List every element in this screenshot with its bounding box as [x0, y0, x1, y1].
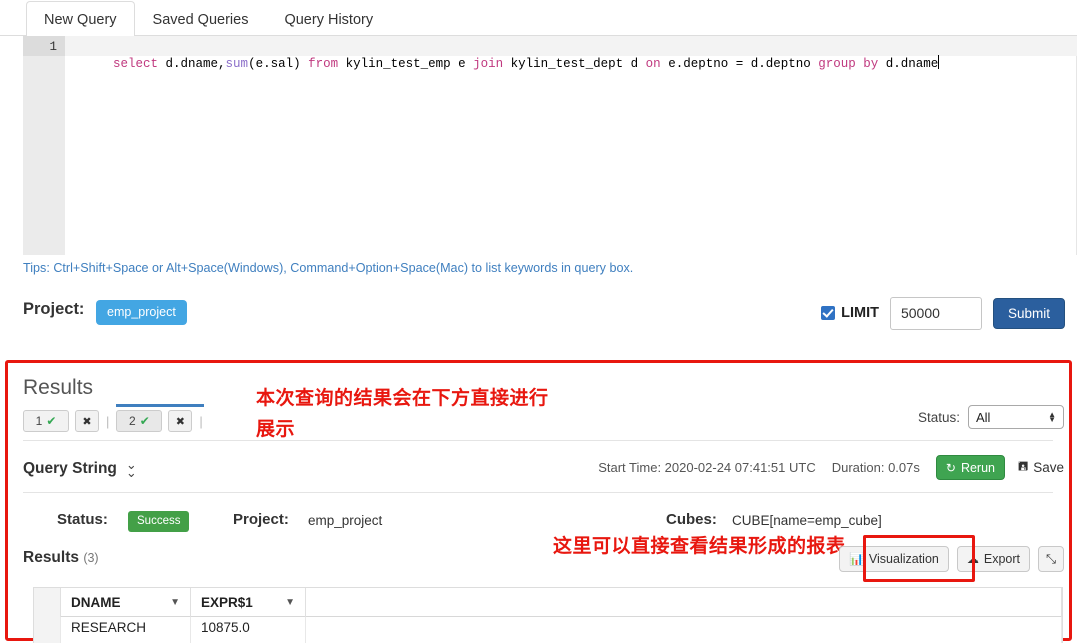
query-page: New Query Saved Queries Query History 1 … — [0, 0, 1077, 643]
query-summary-row: Status: Success Project: emp_project Cub… — [0, 508, 1077, 536]
chevron-down-icon[interactable]: ▼ — [285, 597, 295, 608]
save-label: Save — [1033, 460, 1064, 475]
close-icon: ✖ — [176, 415, 185, 428]
limit-label: LIMIT — [841, 305, 879, 321]
results-heading: Results — [23, 376, 93, 400]
summary-project-label: Project: — [233, 511, 289, 528]
tab-saved-queries[interactable]: Saved Queries — [135, 1, 267, 38]
close-icon: ✖ — [82, 415, 91, 428]
rerun-button[interactable]: ↻ Rerun — [936, 455, 1005, 480]
table-row[interactable]: RESEARCH 10875.0 — [34, 617, 1062, 643]
status-filter: Status: All ▲▼ — [918, 405, 1064, 429]
expand-arrows-icon: ⤡ — [1046, 552, 1056, 567]
tab-query-history[interactable]: Query History — [266, 1, 391, 38]
cloud-download-icon: ☁ — [967, 552, 979, 566]
check-icon: ✔ — [140, 414, 150, 428]
expand-fullscreen-button[interactable]: ⤡ — [1038, 546, 1064, 572]
editor-active-gutter — [23, 36, 65, 56]
project-row: Project: emp_project LIMIT Submit — [0, 292, 1077, 334]
annotation-text-results: 本次查询的结果会在下方直接进行展示 — [256, 383, 556, 445]
duration-text: Duration: 0.07s — [832, 460, 920, 475]
editor-gutter: 1 — [23, 36, 65, 255]
status-filter-label: Status: — [918, 410, 960, 425]
table-cell-select[interactable] — [34, 617, 61, 643]
table-header-select — [34, 588, 61, 617]
divider-middle — [23, 492, 1053, 493]
top-tabbar: New Query Saved Queries Query History — [0, 0, 1077, 36]
results-actions: 📊 Visualization ☁ Export ⤡ — [831, 546, 1064, 572]
summary-project-value: emp_project — [308, 513, 382, 528]
tab-separator-2: | — [199, 414, 202, 429]
text-caret — [938, 55, 939, 69]
export-button[interactable]: ☁ Export — [957, 546, 1030, 572]
query-string-toggle[interactable]: Query String ⌄⌄ — [23, 460, 137, 478]
table-header-row: DNAME ▼ EXPR$1 ▼ — [34, 588, 1062, 617]
project-badge[interactable]: emp_project — [96, 300, 187, 325]
query-meta: Start Time: 2020-02-24 07:41:51 UTC Dura… — [598, 455, 1064, 480]
summary-cubes-label: Cubes: — [666, 511, 717, 528]
active-tab-underline — [116, 404, 204, 407]
limit-input[interactable] — [890, 297, 982, 330]
status-badge: Success — [128, 511, 189, 532]
table-header-filler — [306, 588, 1062, 617]
sql-query-text[interactable]: select d.dname,sum(e.sal) from kylin_tes… — [68, 38, 939, 90]
results-count-label: Results (3) — [23, 549, 99, 567]
table-cell-dname: RESEARCH — [61, 617, 191, 643]
editor-tips: Tips: Ctrl+Shift+Space or Alt+Space(Wind… — [23, 260, 633, 276]
check-icon: ✔ — [46, 414, 56, 428]
query-string-label: Query String — [23, 460, 117, 478]
query-tab-2-label: 2 — [129, 414, 136, 428]
limit-controls: LIMIT Submit — [821, 292, 1065, 334]
divider-top — [23, 440, 1053, 441]
tab-new-query[interactable]: New Query — [26, 1, 135, 38]
query-tab-2[interactable]: 2 ✔ — [116, 410, 162, 432]
summary-cubes-value: CUBE[name=emp_cube] — [732, 513, 882, 528]
results-count-text: Results — [23, 549, 79, 566]
close-query-tab-1-button[interactable]: ✖ — [75, 410, 99, 432]
results-count-number: (3) — [83, 551, 98, 565]
annotation-text-visualization: 这里可以直接查看结果形成的报表 — [553, 531, 853, 562]
editor-line-number: 1 — [49, 38, 57, 56]
refresh-icon: ↻ — [946, 461, 956, 475]
rerun-label: Rerun — [961, 461, 995, 475]
visualization-button[interactable]: 📊 Visualization — [839, 546, 949, 572]
results-table: DNAME ▼ EXPR$1 ▼ RESEARCH 10875.0 — [33, 587, 1063, 643]
chevron-down-icon[interactable]: ▼ — [170, 597, 180, 608]
bar-chart-icon: 📊 — [849, 552, 864, 566]
chevron-double-down-icon: ⌄⌄ — [126, 461, 137, 477]
start-time-text: Start Time: 2020-02-24 07:41:51 UTC — [598, 460, 816, 475]
query-result-tabs: 1 ✔ ✖ | 2 ✔ ✖ | — [23, 410, 210, 432]
save-button[interactable]: 🖪 Save — [1018, 457, 1064, 478]
limit-checkbox[interactable] — [821, 306, 835, 320]
table-header-dname[interactable]: DNAME ▼ — [61, 588, 191, 617]
summary-status-label: Status: — [57, 511, 108, 528]
status-filter-value: All — [976, 410, 990, 425]
submit-button[interactable]: Submit — [993, 298, 1065, 329]
visualization-label: Visualization — [869, 552, 939, 566]
top-tabs: New Query Saved Queries Query History — [26, 0, 391, 37]
table-header-expr1[interactable]: EXPR$1 ▼ — [191, 588, 306, 617]
close-query-tab-2-button[interactable]: ✖ — [168, 410, 192, 432]
query-tab-1-label: 1 — [36, 414, 43, 428]
table-cell-filler — [306, 617, 1062, 643]
sql-editor[interactable]: 1 select d.dname,sum(e.sal) from kylin_t… — [23, 36, 1077, 255]
table-cell-expr1: 10875.0 — [191, 617, 306, 643]
floppy-save-icon: 🖪 — [1018, 457, 1028, 478]
status-filter-select[interactable]: All ▲▼ — [968, 405, 1064, 429]
project-label: Project: — [23, 300, 84, 319]
query-tab-1[interactable]: 1 ✔ — [23, 410, 69, 432]
tab-separator-1: | — [106, 414, 109, 429]
table-header-dname-label: DNAME — [71, 595, 121, 610]
table-header-expr1-label: EXPR$1 — [201, 595, 253, 610]
chevron-updown-icon: ▲▼ — [1048, 412, 1056, 422]
export-label: Export — [984, 552, 1020, 566]
